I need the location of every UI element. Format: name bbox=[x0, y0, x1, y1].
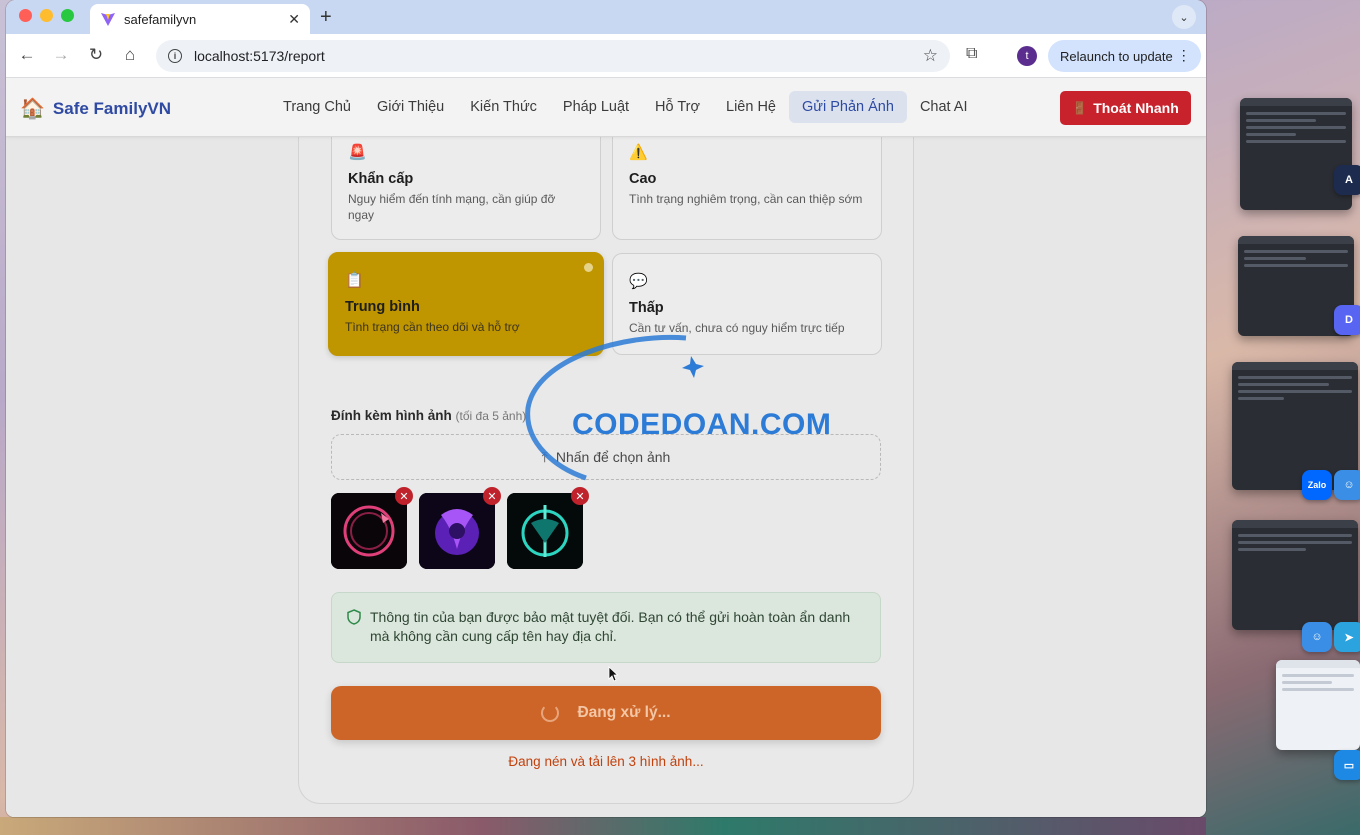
house-icon: 🏠 bbox=[20, 98, 45, 120]
priority-title: Khẩn cấp bbox=[348, 171, 414, 187]
nav-about[interactable]: Giới Thiệu bbox=[364, 91, 457, 123]
remove-image-icon[interactable]: ✕ bbox=[571, 487, 589, 505]
upload-label: Nhấn để chọn ảnh bbox=[555, 449, 671, 465]
site-header: 🏠 Safe FamilyVN Trang Chủ Giới Thiệu Kiế… bbox=[6, 78, 1206, 137]
telegram-app-icon[interactable]: ➤ bbox=[1334, 622, 1360, 652]
zalo-app-icon[interactable]: Zalo bbox=[1302, 470, 1332, 500]
preview-image-purple-dragon bbox=[419, 493, 495, 569]
remove-image-icon[interactable]: ✕ bbox=[483, 487, 501, 505]
minimize-window-button[interactable] bbox=[40, 9, 53, 22]
mouse-cursor-icon bbox=[608, 666, 618, 682]
speech-bubble-icon: 💬 bbox=[629, 273, 648, 290]
preview-image-pink-ring bbox=[331, 493, 407, 569]
clipboard-icon: 📋 bbox=[345, 272, 364, 289]
forward-arrow-icon[interactable]: → bbox=[50, 45, 72, 65]
site-logo[interactable]: 🏠 Safe FamilyVN bbox=[20, 96, 171, 121]
priority-desc: Cần tư vấn, chưa có nguy hiểm trực tiếp bbox=[629, 321, 845, 335]
priority-option-urgent[interactable]: 🚨 Khẩn cấp Nguy hiểm đến tính mạng, cần … bbox=[331, 124, 601, 240]
preview-image-teal-emblem bbox=[507, 493, 583, 569]
arc-app-icon[interactable]: A bbox=[1334, 165, 1360, 195]
priority-option-low[interactable]: 💬 Thấp Cần tư vấn, chưa có nguy hiểm trự… bbox=[612, 253, 882, 355]
stage-window-code-editor[interactable] bbox=[1240, 98, 1352, 210]
loading-spinner-icon bbox=[541, 704, 560, 722]
priority-title: Thấp bbox=[629, 300, 664, 316]
main-nav: Trang Chủ Giới Thiệu Kiến Thức Pháp Luật… bbox=[270, 91, 981, 123]
home-icon[interactable]: ⌂ bbox=[119, 45, 141, 65]
shield-icon bbox=[347, 609, 361, 625]
back-arrow-icon[interactable]: ← bbox=[16, 45, 38, 65]
privacy-notice: Thông tin của bạn được bảo mật tuyệt đối… bbox=[331, 592, 881, 663]
remove-image-icon[interactable]: ✕ bbox=[395, 487, 413, 505]
quick-exit-button[interactable]: 🚪 Thoát Nhanh bbox=[1060, 91, 1191, 125]
extensions-puzzle-icon[interactable]: ⧉ bbox=[966, 45, 977, 63]
browser-tab[interactable]: safefamilyvn ✕ bbox=[90, 4, 310, 34]
browser-window: safefamilyvn ✕ + ⌄ ← → ↻ ⌂ i localhost:5… bbox=[6, 0, 1206, 817]
nav-report[interactable]: Gửi Phản Ánh bbox=[789, 91, 907, 123]
submit-label: Đang xử lý... bbox=[577, 704, 671, 721]
quick-exit-label: Thoát Nhanh bbox=[1093, 100, 1179, 116]
image-preview-2: ✕ bbox=[419, 487, 501, 569]
address-bar[interactable]: i localhost:5173/report ☆ bbox=[156, 40, 950, 72]
stage-manager: A D Zalo ☺ ☺ ➤ ▭ bbox=[1206, 0, 1360, 835]
new-tab-icon[interactable]: + bbox=[320, 6, 332, 29]
privacy-notice-text: Thông tin của bạn được bảo mật tuyệt đối… bbox=[370, 609, 851, 644]
vite-favicon-icon bbox=[101, 13, 115, 26]
nav-chat-ai[interactable]: Chat AI bbox=[907, 91, 981, 123]
attach-images-label: Đính kèm hình ảnh (tối đa 5 ảnh) bbox=[331, 408, 526, 423]
browser-toolbar: ← → ↻ ⌂ i localhost:5173/report ☆ ⧉ t Re… bbox=[6, 34, 1206, 78]
profile-avatar[interactable]: t bbox=[1017, 46, 1037, 66]
nav-home[interactable]: Trang Chủ bbox=[270, 91, 364, 123]
image-preview-3: ✕ bbox=[507, 487, 589, 569]
close-window-button[interactable] bbox=[19, 9, 32, 22]
image-upload-dropzone[interactable]: ⤒ Nhấn để chọn ảnh bbox=[331, 434, 881, 480]
maximize-window-button[interactable] bbox=[61, 9, 74, 22]
priority-desc: Nguy hiểm đến tính mạng, cần giúp đỡ nga… bbox=[348, 192, 556, 222]
bookmark-star-icon[interactable]: ☆ bbox=[923, 46, 938, 66]
report-form-card: 🚨 Khẩn cấp Nguy hiểm đến tính mạng, cần … bbox=[298, 108, 914, 804]
brand-name: Safe FamilyVN bbox=[52, 98, 172, 118]
url-text[interactable]: localhost:5173/report bbox=[194, 48, 923, 64]
tab-close-icon[interactable]: ✕ bbox=[288, 11, 300, 28]
tab-search-chevron-icon[interactable]: ⌄ bbox=[1172, 5, 1196, 29]
kebab-menu-icon[interactable]: ⋮ bbox=[1177, 47, 1191, 64]
priority-desc: Tình trạng cần theo dõi và hỗ trợ bbox=[345, 320, 520, 334]
screen-app-icon[interactable]: ▭ bbox=[1334, 750, 1360, 780]
attach-limit-hint: (tối đa 5 ảnh) bbox=[455, 409, 527, 423]
reload-icon[interactable]: ↻ bbox=[85, 45, 107, 65]
nav-knowledge[interactable]: Kiến Thức bbox=[457, 91, 550, 123]
priority-title: Trung bình bbox=[345, 299, 420, 315]
upload-icon: ⤒ bbox=[541, 448, 548, 465]
stage-window-document[interactable] bbox=[1276, 660, 1360, 750]
tab-title: safefamilyvn bbox=[124, 11, 197, 27]
desktop-wallpaper-strip bbox=[0, 817, 1206, 835]
finder-app-icon-2[interactable]: ☺ bbox=[1302, 622, 1332, 652]
submit-button[interactable]: Đang xử lý... bbox=[331, 686, 881, 740]
relaunch-button[interactable]: Relaunch to update ⋮ bbox=[1048, 40, 1201, 72]
priority-option-medium[interactable]: 📋 Trung bình Tình trạng cần theo dõi và … bbox=[328, 252, 604, 356]
priority-option-high[interactable]: ⚠️ Cao Tình trạng nghiêm trọng, cần can … bbox=[612, 124, 882, 240]
relaunch-label: Relaunch to update bbox=[1060, 48, 1173, 64]
nav-support[interactable]: Hỗ Trợ bbox=[642, 91, 713, 123]
stage-window-telegram[interactable] bbox=[1232, 520, 1358, 630]
attach-label-text: Đính kèm hình ảnh bbox=[331, 408, 452, 423]
upload-status-text: Đang nén và tải lên 3 hình ảnh... bbox=[508, 754, 704, 769]
warning-icon: ⚠️ bbox=[629, 144, 648, 161]
priority-desc: Tình trạng nghiêm trọng, cần can thiệp s… bbox=[629, 192, 863, 206]
nav-contact[interactable]: Liên Hệ bbox=[713, 91, 789, 123]
selected-indicator bbox=[584, 263, 593, 272]
discord-app-icon[interactable]: D bbox=[1334, 305, 1360, 335]
image-preview-1: ✕ bbox=[331, 487, 413, 569]
nav-law[interactable]: Pháp Luật bbox=[550, 91, 642, 123]
exit-door-icon: 🚪 bbox=[1072, 101, 1088, 115]
site-info-icon[interactable]: i bbox=[168, 49, 182, 63]
siren-icon: 🚨 bbox=[348, 144, 367, 161]
page-content: 🚨 Khẩn cấp Nguy hiểm đến tính mạng, cần … bbox=[6, 78, 1206, 817]
tab-bar: safefamilyvn ✕ + ⌄ bbox=[6, 0, 1206, 34]
finder-app-icon[interactable]: ☺ bbox=[1334, 470, 1360, 500]
priority-title: Cao bbox=[629, 171, 657, 187]
